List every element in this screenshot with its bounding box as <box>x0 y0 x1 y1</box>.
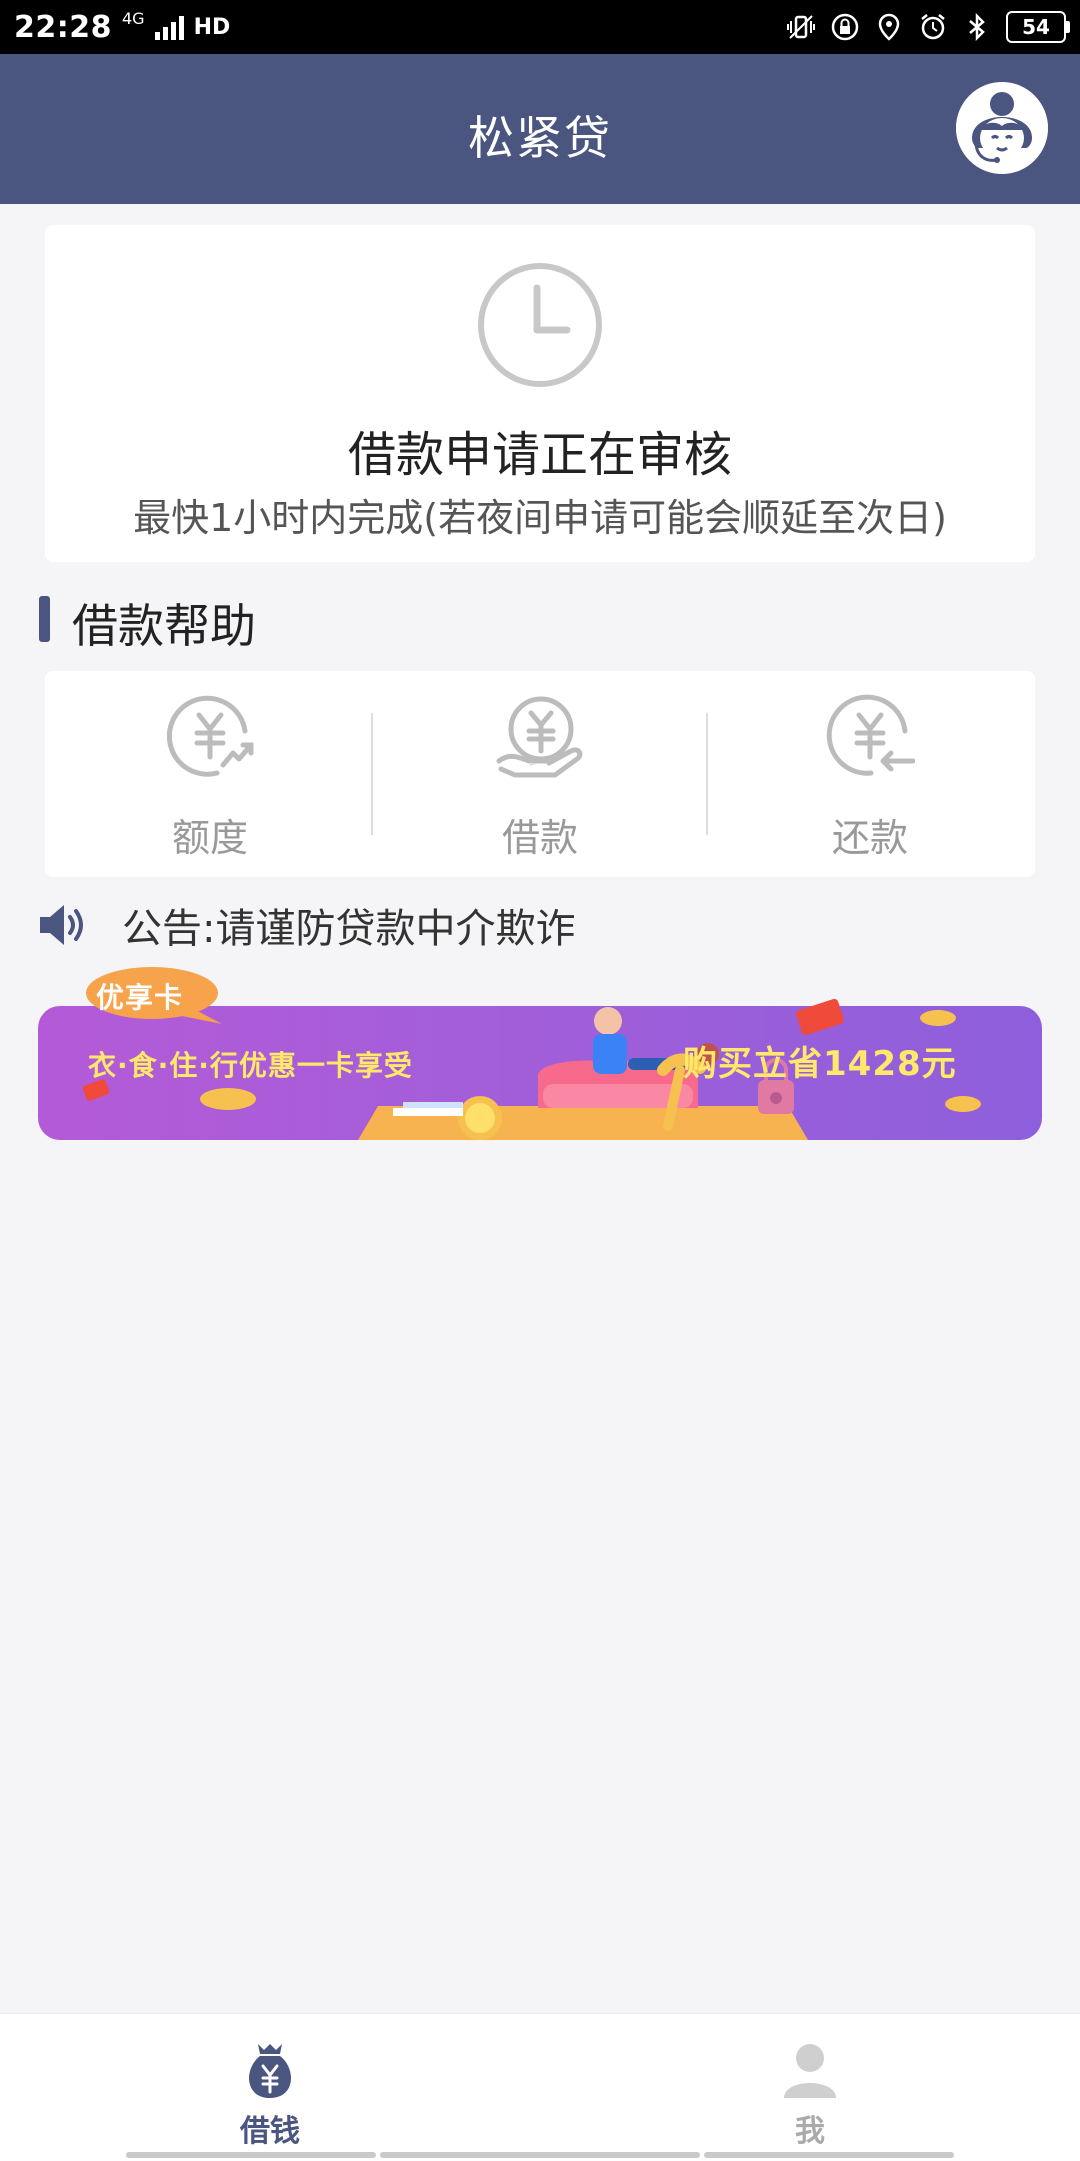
section-accent-bar <box>39 596 50 642</box>
money-bag-icon <box>249 2044 291 2098</box>
network-type: 4G <box>122 9 145 28</box>
status-bar: 22:28 4G HD 54 <box>0 0 1080 54</box>
review-status-title: 借款申请正在审核 <box>347 427 732 483</box>
page-title: 松紧贷 <box>468 111 612 165</box>
borrow-icon <box>496 696 583 778</box>
status-left: 22:28 4G HD <box>14 10 230 45</box>
signal-icon <box>154 14 184 40</box>
bottom-nav: 借钱 我 <box>0 2013 1080 2161</box>
nav-label-borrow: 借钱 <box>240 2114 300 2149</box>
help-item-quota[interactable]: 额度 <box>45 671 375 877</box>
nav-label-me: 我 <box>795 2114 825 2149</box>
gesture-segment <box>704 2152 954 2158</box>
promo-tag-text: 优享卡 <box>96 981 184 1014</box>
speaker-icon <box>40 905 83 945</box>
quota-icon <box>166 695 254 777</box>
review-status-card: 借款申请正在审核 最快1小时内完成(若夜间申请可能会顺延至次日) <box>45 225 1035 562</box>
service-avatar-icon <box>956 82 1048 174</box>
promo-banner[interactable]: 优享卡 衣·食·住·行优惠一卡享受 购买立省1428元 <box>38 966 1042 1146</box>
review-status-subtitle: 最快1小时内完成(若夜间申请可能会顺延至次日) <box>133 496 947 540</box>
user-icon <box>784 2044 836 2098</box>
nav-item-borrow[interactable]: 借钱 <box>0 2014 540 2161</box>
lock-rotation-icon <box>831 13 859 41</box>
help-item-borrow[interactable]: 借款 <box>375 671 705 877</box>
help-label-repay: 还款 <box>831 816 908 860</box>
nav-item-me[interactable]: 我 <box>540 2014 1080 2161</box>
status-time: 22:28 <box>14 9 112 45</box>
vibrate-icon <box>787 15 815 39</box>
help-label-quota: 额度 <box>171 816 248 860</box>
gesture-segment <box>126 2152 376 2158</box>
coin-icon <box>920 1010 956 1026</box>
coin-icon <box>200 1088 256 1110</box>
alarm-icon <box>921 14 945 40</box>
status-right: 54 <box>786 11 1070 43</box>
gesture-bar <box>0 2150 1080 2160</box>
help-divider <box>371 713 373 835</box>
coin-icon <box>945 1096 981 1112</box>
help-label-borrow: 借款 <box>501 816 578 860</box>
location-icon <box>878 13 900 41</box>
notice-bar[interactable]: 公告:请谨防贷款中介欺诈 <box>36 895 575 955</box>
loan-help-card: 额度 借款 还款 <box>45 671 1035 877</box>
hd-indicator: HD <box>193 14 231 40</box>
notice-text: 公告:请谨防贷款中介欺诈 <box>122 906 576 952</box>
clock-icon <box>478 263 602 387</box>
customer-service-icon[interactable] <box>956 82 1048 174</box>
app-header: 松紧贷 <box>0 54 1080 204</box>
repay-icon <box>826 694 915 776</box>
bluetooth-icon <box>969 12 985 42</box>
battery-icon: 54 <box>1006 11 1070 43</box>
help-item-repay[interactable]: 还款 <box>705 671 1035 877</box>
red-envelope-icon <box>82 1079 110 1101</box>
gesture-segment <box>380 2152 700 2158</box>
red-envelope-icon <box>796 998 844 1036</box>
help-section-title: 借款帮助 <box>72 599 256 653</box>
